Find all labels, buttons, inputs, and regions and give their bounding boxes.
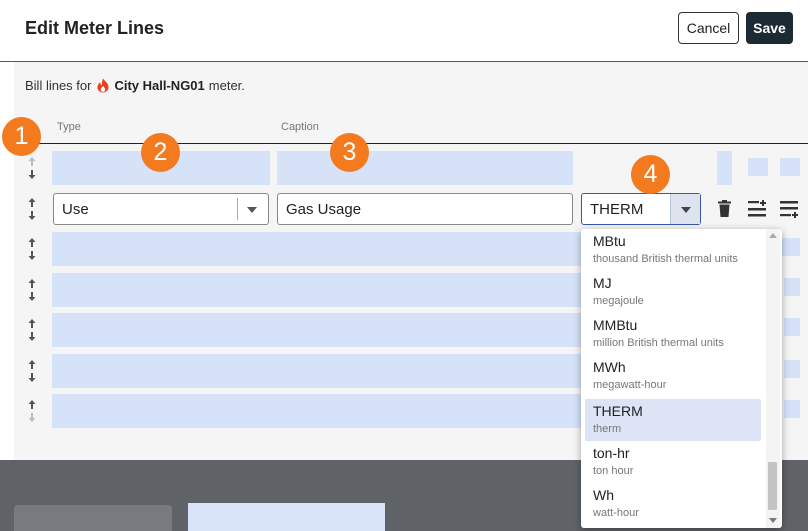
add-row-below-icon[interactable] bbox=[780, 200, 800, 218]
unit-option-wh[interactable]: Wh watt-hour bbox=[585, 483, 761, 525]
row-placeholder bbox=[52, 354, 583, 388]
unit-option-code: MMBtu bbox=[593, 317, 638, 333]
unit-option-description: megawatt-hour bbox=[593, 379, 667, 391]
unit-dropdown-button[interactable] bbox=[670, 194, 700, 224]
trash-icon[interactable] bbox=[717, 200, 732, 218]
action-placeholder bbox=[748, 158, 768, 176]
unit-option-mj[interactable]: MJ megajoule bbox=[585, 271, 761, 313]
background-panel bbox=[188, 503, 385, 531]
action-placeholder bbox=[780, 158, 800, 176]
scroll-down-icon[interactable] bbox=[769, 518, 777, 523]
action-placeholder bbox=[780, 238, 800, 256]
callout-badge-2: 2 bbox=[141, 133, 180, 172]
unit-option-therm[interactable]: THERM therm bbox=[585, 399, 761, 441]
flame-icon bbox=[97, 78, 109, 93]
row-placeholder bbox=[52, 313, 583, 347]
unit-option-code: THERM bbox=[593, 403, 643, 419]
dialog-header: Edit Meter Lines Cancel Save bbox=[0, 0, 808, 62]
bill-lines-prefix: Bill lines for bbox=[25, 78, 92, 93]
action-placeholder bbox=[717, 151, 732, 185]
unit-option-description: million British thermal units bbox=[593, 337, 724, 349]
cancel-button[interactable]: Cancel bbox=[678, 12, 739, 44]
caption-input[interactable] bbox=[277, 193, 573, 225]
unit-option-description: therm bbox=[593, 423, 622, 435]
reorder-arrows-icon[interactable] bbox=[25, 155, 39, 181]
reorder-arrows-icon[interactable] bbox=[25, 277, 39, 303]
action-placeholder bbox=[784, 318, 800, 336]
unit-option-mmbtu[interactable]: MMBtu million British thermal units bbox=[585, 313, 761, 355]
callout-badge-1: 1 bbox=[2, 117, 41, 156]
save-button[interactable]: Save bbox=[746, 12, 793, 44]
scroll-up-icon[interactable] bbox=[769, 233, 777, 238]
unit-select-value: THERM bbox=[590, 201, 644, 218]
scrollbar-thumb[interactable] bbox=[768, 462, 777, 510]
unit-option-description: ton hour bbox=[593, 465, 634, 477]
unit-option-code: MBtu bbox=[593, 233, 626, 249]
reorder-arrows-icon[interactable] bbox=[25, 358, 39, 384]
unit-option-code: MJ bbox=[593, 275, 612, 291]
unit-option-description: thousand British thermal units bbox=[593, 253, 738, 265]
reorder-arrows-icon[interactable] bbox=[25, 317, 39, 343]
bill-lines-suffix: meter. bbox=[208, 78, 245, 93]
add-row-above-icon[interactable] bbox=[748, 200, 768, 218]
callout-badge-3: 3 bbox=[330, 133, 369, 172]
unit-option-mwh[interactable]: MWh megawatt-hour bbox=[585, 355, 761, 397]
unit-option-code: Wh bbox=[593, 487, 614, 503]
action-placeholder bbox=[784, 360, 800, 378]
unit-option-description: watt-hour bbox=[593, 507, 639, 519]
row-placeholder bbox=[52, 394, 583, 428]
column-header-caption: Caption bbox=[281, 121, 319, 133]
reorder-arrows-icon[interactable] bbox=[25, 236, 39, 262]
column-header-type: Type bbox=[57, 121, 81, 133]
unit-option-description: megajoule bbox=[593, 295, 644, 307]
background-tab bbox=[14, 505, 172, 531]
meter-name: City Hall-NG01 bbox=[114, 78, 205, 93]
unit-dropdown-list: MBtu thousand British thermal units MJ m… bbox=[581, 229, 782, 528]
type-select[interactable]: Use bbox=[53, 193, 269, 225]
row-placeholder bbox=[52, 232, 583, 266]
type-select-value: Use bbox=[62, 201, 89, 218]
action-placeholder bbox=[784, 400, 800, 418]
unit-select[interactable]: THERM bbox=[581, 193, 701, 225]
reorder-arrows-icon[interactable] bbox=[25, 398, 39, 424]
row-placeholder bbox=[52, 273, 583, 307]
caption-input-placeholder bbox=[277, 151, 573, 185]
callout-badge-4: 4 bbox=[631, 155, 670, 194]
dropdown-caret-icon[interactable] bbox=[247, 207, 257, 213]
page-title: Edit Meter Lines bbox=[25, 18, 165, 38]
unit-option-code: MWh bbox=[593, 359, 626, 375]
reorder-arrows-icon[interactable] bbox=[25, 196, 39, 222]
column-divider bbox=[14, 143, 808, 144]
unit-option-mbtu[interactable]: MBtu thousand British thermal units bbox=[585, 229, 761, 271]
unit-option-ton-hr[interactable]: ton-hr ton hour bbox=[585, 441, 761, 483]
unit-option-code: ton-hr bbox=[593, 445, 630, 461]
dropdown-caret-icon bbox=[681, 207, 691, 213]
action-placeholder bbox=[784, 278, 800, 296]
select-separator bbox=[237, 198, 238, 220]
bill-lines-description: Bill lines for City Hall-NG01 meter. bbox=[25, 78, 245, 93]
